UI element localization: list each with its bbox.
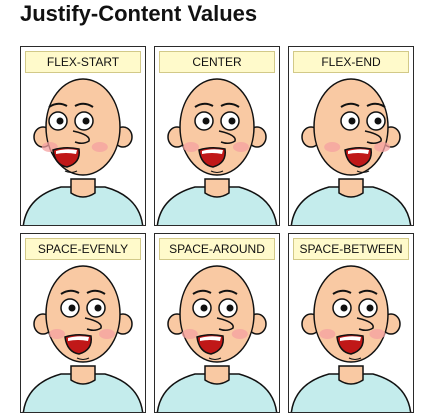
neck — [204, 365, 230, 385]
cartoon-face-illustration — [290, 265, 412, 412]
cartoon-face-illustration — [156, 265, 278, 412]
panel-space-evenly: SPACE-EVENLY — [20, 233, 146, 413]
left-cheek — [49, 329, 65, 339]
left-pupil — [202, 117, 210, 125]
panel-label: SPACE-AROUND — [159, 238, 275, 260]
panel-label: SPACE-EVENLY — [25, 238, 141, 260]
right-cheek — [231, 329, 248, 339]
left-pupil — [348, 117, 356, 125]
panel-space-around: SPACE-AROUND — [154, 233, 280, 413]
right-cheek — [91, 142, 108, 152]
left-pupil — [200, 304, 208, 312]
left-cheek — [324, 142, 341, 152]
right-pupil — [374, 117, 382, 125]
panel-space-between: SPACE-BETWEEN — [288, 233, 414, 413]
panel-label: CENTER — [159, 51, 275, 73]
panel-flex-end: FLEX-END — [288, 46, 414, 226]
example-grid: FLEX-START CENTER FLEX-END SPACE-EVENLY … — [20, 46, 414, 414]
panel-label: FLEX-START — [25, 51, 141, 73]
right-cheek — [369, 329, 386, 339]
cartoon-face-illustration — [22, 265, 144, 412]
neck — [338, 365, 364, 385]
left-cheek — [181, 329, 198, 339]
left-pupil — [68, 304, 76, 312]
cartoon-face-illustration — [290, 78, 412, 225]
page-title: Justify-Content Values — [20, 1, 258, 26]
left-cheek — [319, 329, 336, 339]
right-pupil — [226, 304, 234, 312]
panel-label: FLEX-END — [293, 51, 409, 73]
right-cheek — [233, 142, 249, 152]
neck — [70, 365, 96, 385]
panel-flex-start: FLEX-START — [20, 46, 146, 226]
neck — [70, 178, 96, 198]
cartoon-face-illustration — [22, 78, 144, 225]
right-pupil — [82, 117, 90, 125]
right-pupil — [94, 304, 102, 312]
right-pupil — [228, 117, 236, 125]
right-cheek — [99, 329, 115, 339]
neck — [338, 178, 364, 198]
neck — [204, 178, 230, 198]
left-pupil — [56, 117, 64, 125]
left-pupil — [340, 304, 348, 312]
panel-center: CENTER — [154, 46, 280, 226]
panel-label: SPACE-BETWEEN — [293, 238, 409, 260]
cartoon-face-illustration — [156, 78, 278, 225]
right-pupil — [366, 304, 374, 312]
left-cheek — [183, 142, 199, 152]
